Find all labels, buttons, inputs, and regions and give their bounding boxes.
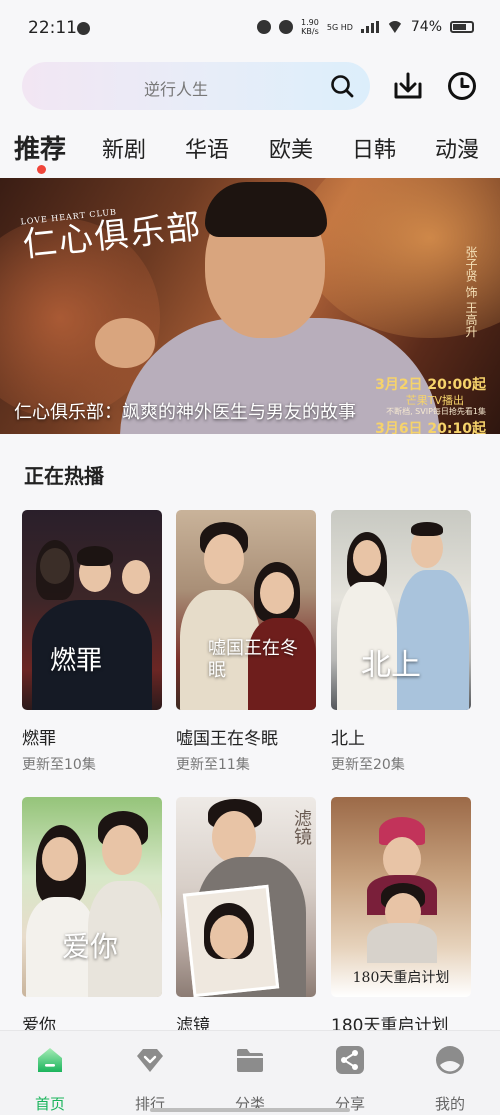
poster-title: 嘘国王在冬眠 [208,638,298,681]
show-title: 北上 [331,729,365,749]
network-speed-unit: KB/s [301,27,319,36]
poster-hair [411,522,443,536]
tab-chinese[interactable]: 华语 [185,132,229,164]
poster-face [212,811,256,863]
battery-icon [450,21,474,33]
show-card[interactable]: 滤镜 滤镜 [176,797,316,1036]
tab-new-drama[interactable]: 新剧 [102,132,146,164]
nav-home[interactable]: 首页 [10,1045,90,1114]
tab-anime[interactable]: 动漫 [435,132,479,164]
show-card[interactable]: 爱你 爱你 [22,797,162,1036]
show-poster[interactable]: 180天重启计划 [331,797,471,997]
tab-japan-korea[interactable]: 日韩 [352,132,396,164]
poster-title: 燃罪 [50,646,103,676]
category-folder-icon [237,1049,263,1072]
banner-date-1: 3月2日 20:00起 [375,377,486,393]
poster-face [260,572,294,614]
search-bar[interactable]: 逆行人生 [22,62,370,110]
poster-face [353,540,381,576]
nav-share[interactable]: 分享 [310,1045,390,1114]
show-poster[interactable]: 嘘国王在冬眠 [176,510,316,710]
tab-recommend[interactable]: 推荐 [14,129,66,166]
poster-face [210,915,248,959]
banner-hand [95,318,155,368]
show-update-status: 更新至11集 [176,757,250,773]
poster-face [42,837,78,881]
status-bar: 22:11 1.90 KB/s 5G HD 74% [0,0,500,58]
nav-home-label: 首页 [34,1095,65,1113]
banner-caption: 仁心俱乐部：飒爽的神外医生与男友的故事 [14,402,356,423]
search-placeholder: 逆行人生 [143,80,208,99]
bottom-navigation: 首页 排行 分类 分享 我的 [0,1030,500,1115]
status-icons: 1.90 KB/s 5G HD 74% [257,18,474,36]
poster-title: 爱你 [62,930,119,963]
poster-face [204,534,244,584]
wifi-icon [386,21,403,33]
poster-title: 滤镜 [291,809,312,845]
home-icon [38,1048,62,1072]
show-card[interactable]: 嘘国王在冬眠 嘘国王在冬眠 更新至11集 [176,510,316,773]
mute-icon [279,20,294,34]
network-type: 5G HD [326,22,353,32]
status-time: 22:11 [28,18,77,38]
download-icon[interactable] [392,70,424,102]
stopwatch-icon [77,22,90,35]
show-poster[interactable]: 北上 [331,510,471,710]
poster-clothes [367,923,437,963]
gesture-home-bar[interactable] [150,1108,350,1112]
nav-profile[interactable]: 我的 [410,1045,490,1114]
banner-show-logo: LOVE HEART CLUB 仁心俱乐部 [20,199,204,266]
signal-icon [360,21,379,33]
banner-person-hair [205,182,327,237]
active-tab-indicator [37,165,46,174]
poster-face [122,560,150,594]
history-clock-icon[interactable] [446,70,478,102]
banner-credit: 张子贤 饰 王高升 [464,246,478,338]
ranking-icon [137,1049,163,1072]
profile-icon [436,1046,464,1074]
alarm-icon [257,20,272,34]
featured-banner[interactable]: LOVE HEART CLUB 仁心俱乐部 张子贤 饰 王高升 3月2日 20:… [0,178,500,434]
battery-percent: 74% [410,19,442,35]
show-poster[interactable]: 滤镜 [176,797,316,997]
poster-hair [36,540,74,600]
show-poster[interactable]: 爱你 [22,797,162,997]
network-speed-value: 1.90 [301,18,319,27]
share-icon [336,1046,364,1074]
poster-face [102,825,142,875]
search-icon[interactable] [330,74,354,98]
show-card[interactable]: 北上 北上 更新至20集 [331,510,471,773]
poster-title: 北上 [361,648,421,683]
banner-date-2: 3月6日 20:10起 [375,421,486,434]
tab-western[interactable]: 欧美 [269,132,313,164]
poster-title: 180天重启计划 [352,970,450,986]
show-poster[interactable]: 燃罪 [22,510,162,710]
category-tabs: 推荐 新剧 华语 欧美 日韩 动漫 [0,126,500,176]
show-card[interactable]: 180天重启计划 180天重启计划 [331,797,471,1036]
banner-fine-print: 不断档, SVIP每日抢先看1集 [386,407,486,416]
nav-category[interactable]: 分类 [210,1045,290,1114]
show-title: 燃罪 [22,729,56,749]
poster-hair [77,546,113,566]
network-speed: 1.90 KB/s [301,18,319,36]
show-update-status: 更新至20集 [331,757,405,773]
section-title-now-playing: 正在热播 [24,464,104,488]
show-update-status: 更新至10集 [22,757,96,773]
show-title: 嘘国王在冬眠 [176,729,278,749]
nav-profile-label: 我的 [434,1095,465,1113]
nav-ranking[interactable]: 排行 [110,1045,190,1114]
show-card[interactable]: 燃罪 燃罪 更新至10集 [22,510,162,773]
